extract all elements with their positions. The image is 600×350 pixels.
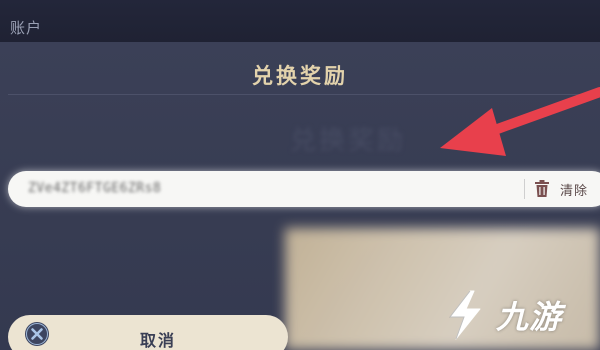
clear-button-label: 清除 <box>560 183 589 199</box>
trash-icon <box>535 180 549 197</box>
jiuyou-logo-icon <box>448 290 481 340</box>
title-divider <box>8 94 600 95</box>
account-label[interactable]: 账户 <box>10 17 42 38</box>
dialog-title: 兑换奖励 <box>252 64 348 88</box>
cancel-button-label: 取消 <box>140 331 177 350</box>
close-circle-icon <box>25 322 49 346</box>
ghost-heading: 兑换奖励 <box>290 126 407 156</box>
cancel-button[interactable]: 取消 <box>8 315 288 350</box>
watermark-text: 九游 <box>496 298 563 336</box>
input-divider <box>524 179 525 199</box>
clear-button[interactable]: 清除 <box>534 175 600 203</box>
redeem-screen: 账户 兑换奖励 兑换奖励 ZVe4ZT6FTGE6ZRs8 清除 取消 九游 <box>0 0 600 350</box>
redeem-code-input[interactable]: ZVe4ZT6FTGE6ZRs8 清除 <box>8 171 600 207</box>
account-header: 账户 <box>0 0 600 42</box>
redeem-code-value[interactable]: ZVe4ZT6FTGE6ZRs8 <box>28 181 161 196</box>
jiuyou-watermark: 九游 <box>440 283 600 347</box>
